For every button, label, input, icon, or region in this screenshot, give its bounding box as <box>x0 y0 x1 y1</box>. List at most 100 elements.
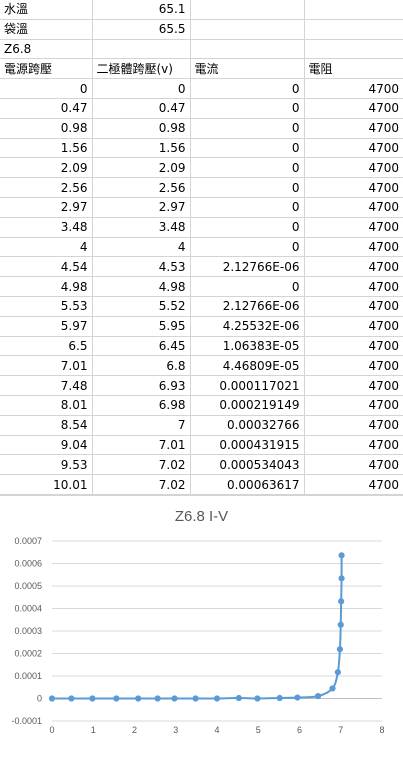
data-cell[interactable]: 6.5 <box>0 335 93 357</box>
data-cell[interactable]: 0.47 <box>0 97 93 119</box>
data-cell[interactable]: 7.01 <box>91 434 191 456</box>
data-cell[interactable]: 0.00032766 <box>189 414 305 436</box>
data-cell[interactable]: 8.54 <box>0 414 93 436</box>
data-cell[interactable]: 1.56 <box>91 137 191 159</box>
data-cell[interactable]: 7 <box>91 414 191 436</box>
data-cell[interactable]: 4.46809E-05 <box>189 355 305 377</box>
data-cell[interactable]: 3.48 <box>0 216 93 238</box>
data-cell[interactable]: 4700 <box>303 137 403 159</box>
chart-area[interactable]: Z6.8 I-V -0.0001 0 0.0001 0.0002 0.0003 0.000… <box>0 495 403 758</box>
info-value-cell[interactable] <box>91 38 191 60</box>
header-cell[interactable]: 電流 <box>189 58 305 80</box>
header-cell[interactable]: 電阻 <box>303 58 403 80</box>
data-cell[interactable]: 4.98 <box>91 276 191 297</box>
data-cell[interactable]: 0 <box>189 177 305 198</box>
data-cell[interactable]: 2.56 <box>91 177 191 198</box>
empty-cell[interactable] <box>189 18 305 40</box>
data-cell[interactable]: 4700 <box>303 474 403 495</box>
data-cell[interactable]: 4700 <box>303 236 403 258</box>
info-value-cell[interactable]: 65.1 <box>91 0 191 20</box>
data-cell[interactable]: 4700 <box>303 295 403 317</box>
data-cell[interactable]: 2.09 <box>0 157 93 179</box>
info-label-cell[interactable]: Z6.8 <box>0 38 93 60</box>
data-cell[interactable]: 9.04 <box>0 434 93 456</box>
data-cell[interactable]: 2.97 <box>91 196 191 218</box>
data-cell[interactable]: 0.000117021 <box>189 375 305 396</box>
data-cell[interactable]: 7.01 <box>0 355 93 377</box>
data-cell[interactable]: 0 <box>189 276 305 297</box>
data-cell[interactable]: 5.53 <box>0 295 93 317</box>
data-cell[interactable]: 4700 <box>303 177 403 198</box>
empty-cell[interactable] <box>303 18 403 40</box>
data-cell[interactable]: 4700 <box>303 394 403 416</box>
data-cell[interactable]: 0 <box>189 216 305 238</box>
data-cell[interactable]: 0 <box>0 78 93 99</box>
empty-cell[interactable] <box>189 0 305 20</box>
data-cell[interactable]: 4700 <box>303 375 403 396</box>
data-cell[interactable]: 4700 <box>303 256 403 278</box>
data-cell[interactable]: 8.01 <box>0 394 93 416</box>
data-cell[interactable]: 4.25532E-06 <box>189 315 305 337</box>
info-label-cell[interactable]: 袋溫 <box>0 18 93 40</box>
data-cell[interactable]: 4 <box>91 236 191 258</box>
data-cell[interactable]: 4700 <box>303 276 403 297</box>
data-cell[interactable]: 4700 <box>303 454 403 476</box>
data-cell[interactable]: 4700 <box>303 78 403 99</box>
empty-cell[interactable] <box>189 38 305 60</box>
data-cell[interactable]: 0 <box>189 236 305 258</box>
data-cell[interactable]: 5.52 <box>91 295 191 317</box>
empty-cell[interactable] <box>303 0 403 20</box>
data-cell[interactable]: 4.53 <box>91 256 191 278</box>
data-cell[interactable]: 0.47 <box>91 97 191 119</box>
data-cell[interactable]: 0.00063617 <box>189 474 305 495</box>
data-cell[interactable]: 1.06383E-05 <box>189 335 305 357</box>
data-cell[interactable]: 4.98 <box>0 276 93 297</box>
data-cell[interactable]: 2.97 <box>0 196 93 218</box>
info-label-cell[interactable]: 水溫 <box>0 0 93 20</box>
data-cell[interactable]: 4700 <box>303 355 403 377</box>
data-cell[interactable]: 9.53 <box>0 454 93 476</box>
data-cell[interactable]: 0 <box>189 137 305 159</box>
data-cell[interactable]: 0 <box>189 97 305 119</box>
data-cell[interactable]: 6.93 <box>91 375 191 396</box>
data-cell[interactable]: 4700 <box>303 97 403 119</box>
header-cell[interactable]: 電源跨壓 <box>0 58 93 80</box>
data-cell[interactable]: 4700 <box>303 434 403 456</box>
header-cell[interactable]: 二極體跨壓(v) <box>91 58 191 80</box>
empty-cell[interactable] <box>303 38 403 60</box>
data-cell[interactable]: 2.12766E-06 <box>189 295 305 317</box>
data-cell[interactable]: 7.02 <box>91 474 191 495</box>
data-cell[interactable]: 5.95 <box>91 315 191 337</box>
data-cell[interactable]: 0 <box>189 117 305 139</box>
data-cell[interactable]: 0.000431915 <box>189 434 305 456</box>
data-cell[interactable]: 10.01 <box>0 474 93 495</box>
data-cell[interactable]: 4.54 <box>0 256 93 278</box>
data-cell[interactable]: 6.8 <box>91 355 191 377</box>
data-cell[interactable]: 2.56 <box>0 177 93 198</box>
data-cell[interactable]: 4700 <box>303 157 403 179</box>
data-cell[interactable]: 0.000534043 <box>189 454 305 476</box>
data-cell[interactable]: 6.45 <box>91 335 191 357</box>
data-cell[interactable]: 0 <box>189 157 305 179</box>
data-cell[interactable]: 6.98 <box>91 394 191 416</box>
data-cell[interactable]: 0 <box>91 78 191 99</box>
data-cell[interactable]: 0.000219149 <box>189 394 305 416</box>
data-cell[interactable]: 4700 <box>303 414 403 436</box>
data-cell[interactable]: 3.48 <box>91 216 191 238</box>
data-cell[interactable]: 4700 <box>303 196 403 218</box>
data-cell[interactable]: 4 <box>0 236 93 258</box>
info-value-cell[interactable]: 65.5 <box>91 18 191 40</box>
data-cell[interactable]: 4700 <box>303 335 403 357</box>
data-cell[interactable]: 1.56 <box>0 137 93 159</box>
data-cell[interactable]: 4700 <box>303 315 403 337</box>
data-cell[interactable]: 7.48 <box>0 375 93 396</box>
data-cell[interactable]: 2.12766E-06 <box>189 256 305 278</box>
data-cell[interactable]: 0 <box>189 78 305 99</box>
data-cell[interactable]: 2.09 <box>91 157 191 179</box>
data-cell[interactable]: 7.02 <box>91 454 191 476</box>
data-cell[interactable]: 4700 <box>303 216 403 238</box>
data-cell[interactable]: 0 <box>189 196 305 218</box>
data-cell[interactable]: 0.98 <box>0 117 93 139</box>
data-cell[interactable]: 4700 <box>303 117 403 139</box>
data-cell[interactable]: 5.97 <box>0 315 93 337</box>
